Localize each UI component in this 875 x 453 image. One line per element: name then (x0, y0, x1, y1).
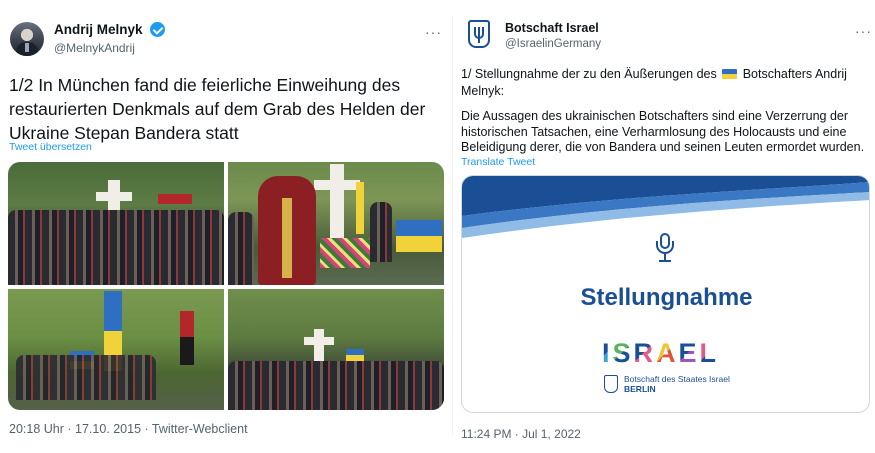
crowd-at-memorial-photo[interactable] (228, 289, 444, 410)
embassy-city: BERLIN (624, 384, 656, 394)
author-handle[interactable]: @IsraelinGermany (505, 38, 601, 50)
more-options-icon[interactable]: ··· (425, 24, 442, 40)
onlookers (228, 212, 254, 285)
logo-letter: S (612, 338, 631, 368)
tweet-text: 1/2 In München fand die feierliche Einwe… (9, 75, 426, 143)
priest-stole (282, 198, 292, 278)
flowers (320, 238, 370, 268)
intro-text-start: 1/ Stellungnahme der zu den Äußerungen d… (461, 67, 717, 81)
menorah-stem (478, 27, 480, 43)
priest-at-grave-photo[interactable] (228, 162, 444, 285)
logo-letter: A (656, 338, 676, 368)
flag-red (158, 194, 192, 204)
author-name[interactable]: Botschaft Israel (505, 21, 599, 35)
mic-base (659, 260, 671, 262)
ukraine-flag-yellow (396, 236, 442, 252)
mic-cup (656, 241, 674, 254)
avatar[interactable] (10, 22, 44, 56)
flag-banner (356, 182, 364, 234)
cross-horizontal (314, 180, 360, 190)
israel-logo: I S R A E L (602, 338, 716, 368)
ukraine-flag-blue (104, 291, 122, 331)
statement-card-image[interactable]: Stellungnahme I S R A E L Botschaft des … (461, 175, 870, 413)
upa-flag-black (180, 337, 194, 365)
embassy-seal-icon (604, 375, 618, 393)
crowd (8, 210, 224, 285)
crowd-at-grave-photo[interactable] (8, 162, 224, 285)
more-options-icon[interactable]: ··· (855, 23, 872, 39)
tweet-text-body: Die Aussagen des ukrainischen Botschafte… (461, 109, 865, 154)
cross-vertical (330, 164, 344, 242)
avatar-tie (25, 43, 29, 52)
ukraine-flag-blue (396, 220, 442, 236)
card-title: Stellungnahme (580, 284, 753, 311)
embassy-line: Botschaft des Staates Israel (624, 374, 730, 384)
logo-letter: R (633, 338, 654, 368)
photo-grid (8, 162, 444, 410)
translate-tweet-link[interactable]: Tweet übersetzen (9, 141, 92, 153)
logo-letter: E (678, 338, 697, 368)
upa-flag-red (180, 311, 194, 337)
divider (452, 16, 453, 436)
ukraine-flag-emoji (722, 69, 738, 79)
author-handle[interactable]: @MelnykAndrij (54, 41, 135, 55)
procession-with-flags-photo[interactable] (8, 289, 224, 410)
onlookers (370, 202, 392, 262)
microphone-icon (655, 233, 675, 267)
avatar[interactable] (465, 18, 493, 52)
tweet-text-intro: 1/ Stellungnahme der zu den Äußerungen d… (461, 66, 869, 99)
logo-letter: L (699, 338, 717, 368)
tweet-timestamp[interactable]: 20:18 Uhr · 17.10. 2015 · Twitter-Webcli… (9, 422, 248, 436)
logo-letter: I (602, 338, 610, 368)
decorative-blue-bands (462, 176, 869, 238)
cross-horizontal (304, 337, 334, 345)
tweet-botschaft-israel[interactable]: Botschaft Israel @IsraelinGermany ··· 1/… (452, 0, 875, 453)
translate-tweet-link[interactable]: Translate Tweet (461, 156, 535, 168)
tweet-timestamp[interactable]: 11:24 PM · Jul 1, 2022 (461, 427, 581, 441)
crowd (228, 361, 444, 410)
author-name[interactable]: Andrij Melnyk (54, 22, 143, 37)
verified-badge-icon (150, 22, 165, 37)
tweet-melnyk[interactable]: Andrij Melnyk @MelnykAndrij ··· 1/2 In M… (0, 0, 452, 453)
marchers (16, 355, 156, 400)
embassy-seal-row: Botschaft des Staates Israel BERLIN (604, 374, 764, 396)
cross-horizontal (96, 192, 132, 201)
